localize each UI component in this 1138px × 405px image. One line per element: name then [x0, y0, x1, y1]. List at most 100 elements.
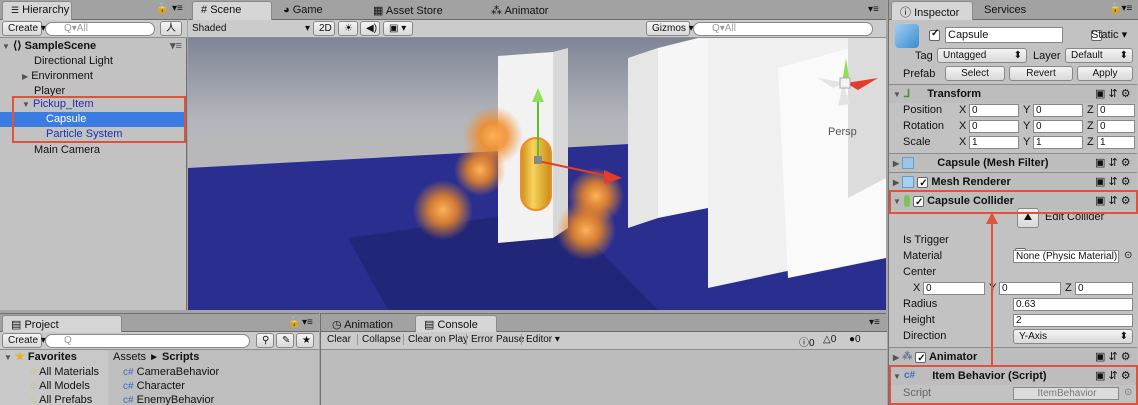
mesh-renderer-header[interactable]: ▶ Mesh Renderer ▣ ⇵ ⚙: [889, 172, 1137, 193]
tab-inspector[interactable]: ⓘ Inspector: [891, 1, 973, 20]
gizmos-dropdown[interactable]: Gizmos ▾: [646, 21, 694, 36]
center-z-field[interactable]: 0: [1075, 282, 1133, 295]
lighting-icon[interactable]: ☀: [338, 21, 358, 36]
lock-icon[interactable]: 🔒▾≡: [1109, 3, 1132, 14]
tab-animator[interactable]: ⁂ Animator: [482, 1, 592, 20]
lock-icon[interactable]: 🔒: [288, 317, 300, 328]
favorite-item[interactable]: ○ All Materials: [30, 365, 106, 380]
effects-icon[interactable]: ▣ ▾: [383, 21, 413, 36]
project-search-input[interactable]: Q: [45, 334, 250, 348]
tab-animation[interactable]: ◷ Animation: [323, 315, 413, 332]
scale-x-field[interactable]: 1: [969, 136, 1019, 149]
radius-field[interactable]: 0.63: [1013, 298, 1133, 311]
tab-services[interactable]: Services: [975, 1, 1045, 20]
script-asset[interactable]: c# CameraBehavior: [123, 365, 219, 380]
animator-enabled-checkbox[interactable]: [915, 350, 927, 368]
direction-dropdown[interactable]: Y-Axis ⬍: [1013, 329, 1133, 344]
position-z-field[interactable]: 0: [1097, 104, 1135, 117]
prefab-select-button[interactable]: Select: [945, 66, 1005, 81]
error-count[interactable]: ●0: [849, 334, 861, 345]
component-actions-icon[interactable]: ▣ ⇵ ⚙: [1095, 348, 1131, 366]
clear-on-play-button[interactable]: Clear on Play: [403, 334, 468, 345]
error-pause-button[interactable]: Error Pause: [466, 334, 524, 345]
hierarchy-item-environment[interactable]: ▶ Environment: [22, 69, 93, 84]
gizmo-center[interactable]: [534, 156, 542, 164]
tab-asset-store[interactable]: ▦ Asset Store: [364, 1, 474, 20]
scene-menu-icon[interactable]: ▾≡: [170, 39, 182, 54]
component-actions-icon[interactable]: ▣ ⇵ ⚙: [1095, 85, 1131, 103]
persp-label[interactable]: Persp: [828, 126, 857, 138]
info-count[interactable]: ⓘ0: [799, 334, 815, 349]
prefab-apply-button[interactable]: Apply: [1077, 66, 1133, 81]
static-label[interactable]: Static ▾: [1091, 28, 1127, 41]
tab-project[interactable]: ▤ Project: [2, 315, 122, 332]
tab-hierarchy[interactable]: ☰ Hierarchy: [2, 1, 72, 20]
favorite-item[interactable]: ○ All Models: [30, 379, 90, 394]
create-button[interactable]: Create ▾: [2, 333, 46, 348]
layer-dropdown[interactable]: Default ⬍: [1065, 48, 1133, 63]
create-button[interactable]: Create ▾: [2, 21, 46, 36]
rotation-y-field[interactable]: 0: [1033, 120, 1083, 133]
clear-button[interactable]: Clear: [327, 334, 351, 345]
center-y-field[interactable]: 0: [999, 282, 1061, 295]
tab-scene[interactable]: # Scene: [192, 1, 272, 20]
script-asset[interactable]: c# Character: [123, 379, 185, 394]
prefab-revert-button[interactable]: Revert: [1009, 66, 1073, 81]
panel-menu-icon[interactable]: ▾≡: [869, 317, 880, 328]
hierarchy-filter-icon[interactable]: 人: [160, 21, 182, 36]
favorite-item[interactable]: ○ All Prefabs: [30, 393, 92, 405]
lock-icon[interactable]: 🔒: [156, 3, 168, 14]
rotation-z-field[interactable]: 0: [1097, 120, 1135, 133]
scene-header[interactable]: ▼ ⟨⟩ SampleScene ▾≡: [2, 39, 185, 54]
hierarchy-item-directional-light[interactable]: Directional Light: [34, 54, 113, 69]
store-icon: ▦: [373, 5, 384, 17]
scale-y-field[interactable]: 1: [1033, 136, 1083, 149]
mesh-filter-header[interactable]: ▶ Capsule (Mesh Filter) ▣ ⇵ ⚙: [889, 153, 1137, 172]
panel-menu-icon[interactable]: ▾≡: [172, 3, 183, 14]
panel-menu-icon[interactable]: ▾≡: [302, 317, 313, 328]
active-checkbox[interactable]: [929, 28, 940, 41]
center-x-field[interactable]: 0: [923, 282, 985, 295]
rotation-x-field[interactable]: 0: [969, 120, 1019, 133]
filter-label-icon[interactable]: ✎: [276, 333, 294, 348]
console-log-area[interactable]: [321, 350, 887, 405]
shading-mode-dropdown[interactable]: Shaded ▾: [192, 23, 310, 34]
tab-game[interactable]: ◕ Game: [274, 1, 354, 20]
script-asset[interactable]: c# EnemyBehavior: [123, 393, 214, 405]
unity-scene-icon: ⟨⟩: [12, 40, 22, 52]
tab-console[interactable]: ▤ Console: [415, 315, 497, 332]
favorites-header[interactable]: ▼ ★ Favorites: [4, 350, 77, 365]
tag-dropdown[interactable]: Untagged ⬍: [937, 48, 1027, 63]
editor-dropdown[interactable]: Editor ▾: [521, 334, 560, 345]
favorite-star-icon[interactable]: ★: [296, 333, 314, 348]
capsule-object[interactable]: [520, 137, 552, 211]
scene-menu-icon[interactable]: ▾≡: [868, 4, 879, 15]
scene-viewport[interactable]: Persp: [188, 38, 886, 310]
object-name-field[interactable]: Capsule: [945, 27, 1063, 43]
mesh-renderer-title: Mesh Renderer: [931, 176, 1011, 188]
audio-icon[interactable]: ◀): [360, 21, 380, 36]
console-panel: ◷ Animation ▤ Console ▾≡ Clear Collapse …: [320, 313, 887, 405]
object-picker-icon[interactable]: ⊙: [1124, 250, 1132, 261]
hierarchy-search-input[interactable]: Q▾All: [45, 22, 155, 36]
animator-header[interactable]: ▶ ⁂ Animator ▣ ⇵ ⚙: [889, 347, 1137, 368]
breadcrumb-assets[interactable]: Assets: [113, 351, 146, 363]
component-actions-icon[interactable]: ▣ ⇵ ⚙: [1095, 173, 1131, 191]
component-actions-icon[interactable]: ▣ ⇵ ⚙: [1095, 154, 1131, 172]
mesh-renderer-enabled-checkbox[interactable]: [917, 175, 929, 193]
transform-header[interactable]: ▼ ⅃ Transform ▣ ⇵ ⚙: [889, 84, 1137, 103]
material-field[interactable]: None (Physic Material): [1013, 250, 1119, 263]
collapse-button[interactable]: Collapse: [357, 334, 401, 345]
scale-z-field[interactable]: 1: [1097, 136, 1135, 149]
height-field[interactable]: 2: [1013, 314, 1133, 327]
filter-type-icon[interactable]: ⚲: [256, 333, 274, 348]
transform-title: Transform: [927, 88, 981, 100]
position-x-field[interactable]: 0: [969, 104, 1019, 117]
warning-count[interactable]: △0: [823, 334, 836, 345]
prefab-label: Prefab: [903, 68, 936, 80]
hierarchy-item-main-camera[interactable]: Main Camera: [34, 143, 100, 158]
position-y-field[interactable]: 0: [1033, 104, 1083, 117]
breadcrumb-scripts[interactable]: Scripts: [162, 351, 199, 363]
scene-search-input[interactable]: Q▾All: [693, 22, 873, 36]
2d-toggle[interactable]: 2D: [313, 21, 335, 36]
